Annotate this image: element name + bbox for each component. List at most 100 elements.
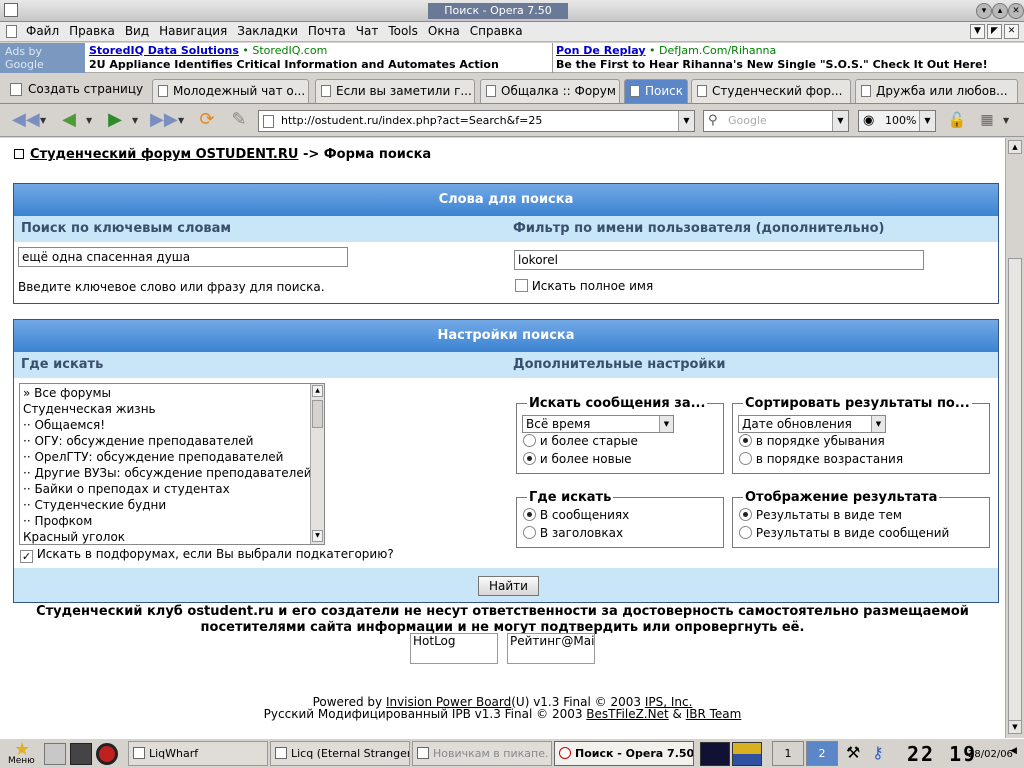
tab-search[interactable]: Поиск bbox=[624, 79, 688, 103]
back-dropdown-icon[interactable]: ▼ bbox=[86, 116, 92, 125]
period-newer-radio[interactable] bbox=[523, 452, 536, 465]
page-scroll-thumb[interactable] bbox=[1008, 258, 1022, 728]
task-novichkam[interactable]: Новичкам в пикапе. С bbox=[412, 741, 552, 766]
ad-right-url[interactable]: DefJam.Com/Rihanna bbox=[659, 44, 776, 57]
scroll-down-icon[interactable]: ▼ bbox=[312, 530, 323, 542]
fast-forward-dropdown-icon[interactable]: ▼ bbox=[178, 116, 184, 125]
tab-friendship[interactable]: Дружба или любов... bbox=[855, 79, 1018, 103]
period-select[interactable]: Всё время ▼ bbox=[522, 415, 674, 433]
menu-chat[interactable]: Чат bbox=[356, 24, 379, 38]
ad-left-title[interactable]: StoredIQ Data Solutions bbox=[89, 44, 239, 57]
maximize-icon[interactable]: ▴ bbox=[992, 3, 1008, 19]
list-item[interactable]: ·· ОГУ: обсуждение преподавателей bbox=[23, 434, 253, 448]
ad-left-url[interactable]: StoredIQ.com bbox=[252, 44, 327, 57]
search-submit-button[interactable]: Найти bbox=[478, 576, 539, 596]
rewind-dropdown-icon[interactable]: ▼ bbox=[40, 116, 46, 125]
where-titles-option[interactable]: В заголовках bbox=[523, 526, 623, 540]
reload-icon[interactable]: ⟳ bbox=[196, 111, 218, 131]
list-item[interactable]: ·· Другие ВУЗы: обсуждение преподавателе… bbox=[23, 466, 312, 480]
doc-close-icon[interactable]: ✕ bbox=[1004, 24, 1019, 39]
breadcrumb-forum-link[interactable]: Студенческий форум OSTUDENT.RU bbox=[30, 147, 298, 162]
task-opera-search[interactable]: Поиск - Opera 7.50 bbox=[554, 741, 694, 766]
list-item[interactable]: ·· Профком bbox=[23, 514, 92, 528]
forum-list[interactable]: » Все форумы Студенческая жизнь ·· Общае… bbox=[19, 383, 325, 545]
period-dropdown-icon[interactable]: ▼ bbox=[659, 416, 673, 432]
address-field[interactable]: http://ostudent.ru/index.php?act=Search&… bbox=[258, 110, 695, 132]
menu-tools[interactable]: Tools bbox=[388, 24, 418, 38]
hotlog-counter[interactable]: HotLog bbox=[410, 633, 498, 664]
forum-list-scrollbar[interactable]: ▲ ▼ bbox=[310, 384, 324, 544]
sort-desc-radio[interactable] bbox=[739, 434, 752, 447]
list-item[interactable]: Красный уголок bbox=[23, 530, 125, 544]
task-liqwharf[interactable]: LiqWharf bbox=[128, 741, 268, 766]
page-scrollbar[interactable]: ▲ ▼ bbox=[1005, 138, 1024, 738]
sort-dropdown-icon[interactable]: ▼ bbox=[871, 416, 885, 432]
scroll-up-icon[interactable]: ▲ bbox=[312, 385, 323, 397]
desktop-2-button[interactable]: 2 bbox=[806, 741, 838, 766]
list-item[interactable]: ·· ОрелГТУ: обсуждение преподавателей bbox=[23, 450, 283, 464]
period-older-option[interactable]: и более старые bbox=[523, 434, 638, 448]
taskbar-arrow-icon[interactable]: ◀ bbox=[1010, 746, 1024, 768]
key-icon[interactable]: ⚷ bbox=[872, 743, 894, 765]
menu-view[interactable]: Вид bbox=[125, 24, 149, 38]
new-page-button[interactable]: Создать страницу bbox=[4, 78, 143, 102]
keyword-input[interactable]: ещё одна спасенная душа bbox=[18, 247, 348, 267]
rewind-icon[interactable]: ◀◀ bbox=[12, 111, 40, 131]
menu-help[interactable]: Справка bbox=[470, 24, 523, 38]
forward-dropdown-icon[interactable]: ▼ bbox=[132, 116, 138, 125]
mailru-counter[interactable]: Рейтинг@Mail. bbox=[507, 633, 595, 664]
subforums-checkbox[interactable]: ✓ bbox=[20, 550, 33, 563]
list-item[interactable]: » Все форумы bbox=[23, 386, 111, 400]
tab-youth-chat[interactable]: Молодежный чат о... bbox=[152, 79, 309, 103]
page-scroll-up-icon[interactable]: ▲ bbox=[1008, 140, 1022, 154]
start-menu-button[interactable]: ★ Меню bbox=[8, 739, 40, 767]
back-icon[interactable]: ◀ bbox=[58, 111, 80, 131]
display-posts-option[interactable]: Результаты в виде сообщений bbox=[739, 526, 949, 540]
lock-icon[interactable]: 🔓 bbox=[946, 111, 968, 131]
sort-asc-option[interactable]: в порядке возрастания bbox=[739, 452, 903, 466]
where-posts-option[interactable]: В сообщениях bbox=[523, 508, 629, 522]
period-older-radio[interactable] bbox=[523, 434, 536, 447]
list-item[interactable]: Студенческая жизнь bbox=[23, 402, 156, 416]
list-item[interactable]: ·· Студенческие будни bbox=[23, 498, 166, 512]
terminal-icon[interactable] bbox=[70, 743, 92, 765]
ads-by-google[interactable]: Ads by Google bbox=[0, 43, 85, 73]
period-newer-option[interactable]: и более новые bbox=[523, 452, 632, 466]
ibr-team-link[interactable]: IBR Team bbox=[686, 707, 742, 721]
doc-restore-icon[interactable]: ◤ bbox=[987, 24, 1002, 39]
display-topics-radio[interactable] bbox=[739, 508, 752, 521]
page-scroll-down-icon[interactable]: ▼ bbox=[1008, 720, 1022, 734]
bestfilez-link[interactable]: BesTFileZ.Net bbox=[586, 707, 668, 721]
doc-minimize-icon[interactable]: ▼ bbox=[970, 24, 985, 39]
target-icon[interactable] bbox=[96, 743, 118, 765]
menu-mail[interactable]: Почта bbox=[308, 24, 346, 38]
minimize-icon[interactable]: ▾ bbox=[976, 3, 992, 19]
menu-windows[interactable]: Окна bbox=[428, 24, 460, 38]
zoom-dropdown-icon[interactable]: ▼ bbox=[919, 111, 935, 131]
network-icon[interactable]: ⚒ bbox=[846, 743, 868, 765]
sort-select[interactable]: Дате обновления ▼ bbox=[738, 415, 886, 433]
menu-edit[interactable]: Правка bbox=[69, 24, 115, 38]
edit-icon[interactable]: ✎ bbox=[228, 111, 250, 131]
file-manager-icon[interactable] bbox=[44, 743, 66, 765]
task-licq[interactable]: Licq (Eternal Stranger) bbox=[270, 741, 410, 766]
forward-icon[interactable]: ▶ bbox=[104, 111, 126, 131]
menu-file[interactable]: Файл bbox=[26, 24, 59, 38]
tab-forum-chat[interactable]: Общалка :: Форум bbox=[480, 79, 620, 103]
display-posts-radio[interactable] bbox=[739, 526, 752, 539]
zoom-select[interactable]: ◉ 100% ▼ bbox=[858, 110, 936, 132]
fullname-checkbox[interactable] bbox=[515, 279, 528, 292]
app-menu-icon[interactable] bbox=[4, 3, 18, 17]
sort-asc-radio[interactable] bbox=[739, 452, 752, 465]
close-icon[interactable]: ✕ bbox=[1008, 3, 1024, 19]
fast-forward-icon[interactable]: ▶▶ bbox=[150, 111, 178, 131]
desktop-1-button[interactable]: 1 bbox=[772, 741, 804, 766]
search-engine-dropdown-icon[interactable]: ▼ bbox=[832, 111, 848, 131]
search-input[interactable]: ⚲ Google ▼ bbox=[703, 110, 849, 132]
list-item[interactable]: ·· Общаемся! bbox=[23, 418, 105, 432]
ad-right-title[interactable]: Pon De Replay bbox=[556, 44, 646, 57]
tab-student-forum[interactable]: Студенческий фор... bbox=[691, 79, 851, 103]
tab-if-you-noticed[interactable]: Если вы заметили г... bbox=[315, 79, 475, 103]
scroll-thumb[interactable] bbox=[312, 400, 323, 428]
sort-desc-option[interactable]: в порядке убывания bbox=[739, 434, 885, 448]
